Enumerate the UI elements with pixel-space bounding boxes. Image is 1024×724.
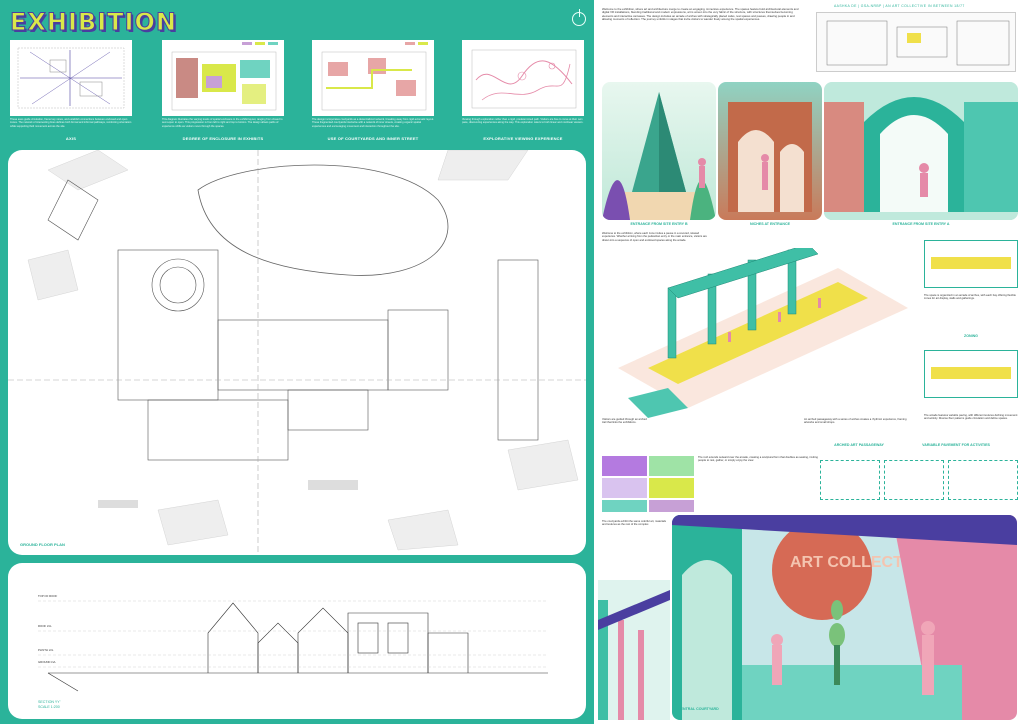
pavement-diagram-2 bbox=[884, 460, 944, 500]
pavement-caption: VARIABLE PAVEMENT FOR ACTIVITIES bbox=[922, 443, 990, 447]
sheet-title: EXHIBITION bbox=[10, 8, 177, 37]
left-sheet: EXHIBITION These axes guide circulation,… bbox=[0, 0, 594, 724]
central-courtyard-render: ART COLLECTIVE CENTRAL COURTYARD bbox=[672, 515, 1017, 720]
material-swatch bbox=[649, 456, 694, 476]
section-caption: SECTION YY' SCALE 1:200 bbox=[38, 700, 60, 709]
material-swatch bbox=[602, 478, 647, 498]
courtyard-render-left: The courtyards exhibit the same colorful… bbox=[598, 520, 670, 720]
zoning-caption: ZONING bbox=[964, 334, 978, 338]
render-niches-image bbox=[728, 102, 812, 212]
render-entry-a bbox=[824, 82, 1018, 220]
north-arrow-icon bbox=[572, 9, 586, 26]
section-drawing-panel: TOP OF ROOF ROOF LVL PLINTH LVL GROUND L… bbox=[8, 563, 586, 719]
arcade-description: An arched passageway with a series of ar… bbox=[804, 418, 907, 425]
plan-caption: GROUND FLOOR PLAN bbox=[20, 542, 65, 547]
render-entry-b bbox=[602, 82, 716, 220]
intro-text: Welcome to the exhibition, where art and… bbox=[602, 8, 799, 22]
zoning-plan-1 bbox=[924, 240, 1018, 288]
courtyard-diagram-drawing bbox=[321, 51, 427, 111]
viewing-diagram-drawing bbox=[471, 49, 577, 109]
pavement-diagram-3 bbox=[948, 460, 1018, 500]
section-level-label: GROUND LVL bbox=[38, 660, 56, 664]
legend-swatch bbox=[405, 42, 415, 45]
legend-swatch bbox=[268, 42, 278, 45]
material-swatch bbox=[649, 478, 694, 498]
render-entry-b-image bbox=[602, 92, 716, 220]
render-niches bbox=[718, 82, 822, 220]
key-plan-drawing bbox=[826, 20, 1010, 66]
viewing-diagram bbox=[462, 40, 584, 116]
section-drawing bbox=[38, 600, 548, 692]
material-swatch bbox=[602, 456, 647, 476]
section-scale: SCALE 1:200 bbox=[38, 704, 60, 709]
section-level-label: PLINTH LVL bbox=[38, 648, 54, 652]
material-swatch bbox=[602, 500, 647, 512]
visitors-text: Visitors are guided through an arched tr… bbox=[602, 418, 647, 425]
zoning-text: The space is organized in an arcade of a… bbox=[924, 294, 1016, 301]
viewing-description: Viewing through exploration rather than … bbox=[462, 118, 584, 125]
central-courtyard-image: ART COLLECTIVE bbox=[672, 515, 1017, 720]
viewing-caption: EXPLORATIVE VIEWING EXPERIENCE bbox=[483, 136, 563, 141]
enclosure-legend bbox=[242, 42, 278, 45]
enclosure-description: This diagram illustrates the varying lev… bbox=[162, 118, 283, 128]
enclosure-diagram-drawing bbox=[171, 51, 277, 111]
render-entry-a-caption: ENTRANCE FROM SITE ENTRY A bbox=[892, 222, 950, 226]
ground-floor-plan: GROUND FLOOR PLAN bbox=[8, 150, 586, 555]
zoning-plan-2 bbox=[924, 350, 1018, 398]
legend-swatch bbox=[418, 42, 428, 45]
legend-swatch bbox=[242, 42, 252, 45]
section-level-label: TOP OF ROOF bbox=[38, 594, 58, 598]
right-sheet: Welcome to the exhibition, where art and… bbox=[594, 0, 1024, 724]
courtyard-description: The design incorporates courtyards as a … bbox=[312, 118, 434, 128]
section-title: SECTION YY' bbox=[38, 700, 61, 704]
courtyard-text: The courtyards exhibit the same colorful… bbox=[602, 520, 666, 527]
courtyard-diagram bbox=[312, 40, 434, 116]
material-text: The roof extends outward over the arcade… bbox=[698, 456, 818, 463]
axis-diagram bbox=[10, 40, 132, 116]
enclosure-caption: DEGREE OF ENCLOSURE IN EXHIBITS bbox=[182, 136, 264, 141]
render-entry-a-image bbox=[824, 82, 1018, 220]
pavement-diagram-1 bbox=[820, 460, 880, 500]
zone-band bbox=[931, 257, 1011, 269]
floor-plan-drawing bbox=[8, 150, 586, 555]
central-courtyard-caption: CENTRAL COURTYARD bbox=[678, 707, 719, 711]
axis-description: These axes guide circulation, frame key … bbox=[10, 118, 132, 128]
sheet-header: AASHKA DE | GSA-NRBP | AN ART COLLECTIVE… bbox=[834, 4, 965, 8]
axis-caption: AXIS bbox=[65, 136, 77, 141]
render-entry-b-caption: ENTRANCE FROM SITE ENTRY B bbox=[630, 222, 688, 226]
legend-swatch bbox=[255, 42, 265, 45]
material-swatch bbox=[649, 500, 694, 512]
courtyard-caption: USE OF COURTYARDS AND INNER STREET bbox=[327, 136, 419, 141]
section-level-label: ROOF LVL bbox=[38, 624, 52, 628]
enclosure-diagram bbox=[162, 40, 284, 116]
courtyard-left-image bbox=[598, 580, 670, 720]
axis-diagram-drawing bbox=[17, 47, 125, 109]
render-niches-caption: NICHES AT ENTRANCE bbox=[750, 222, 790, 226]
exhibition-board: EXHIBITION These axes guide circulation,… bbox=[0, 0, 1024, 724]
key-plan bbox=[816, 12, 1016, 72]
pavement-text: The arcade features variable paving, wit… bbox=[924, 414, 1018, 421]
zone-band bbox=[931, 367, 1011, 379]
courtyard-legend bbox=[405, 42, 428, 45]
